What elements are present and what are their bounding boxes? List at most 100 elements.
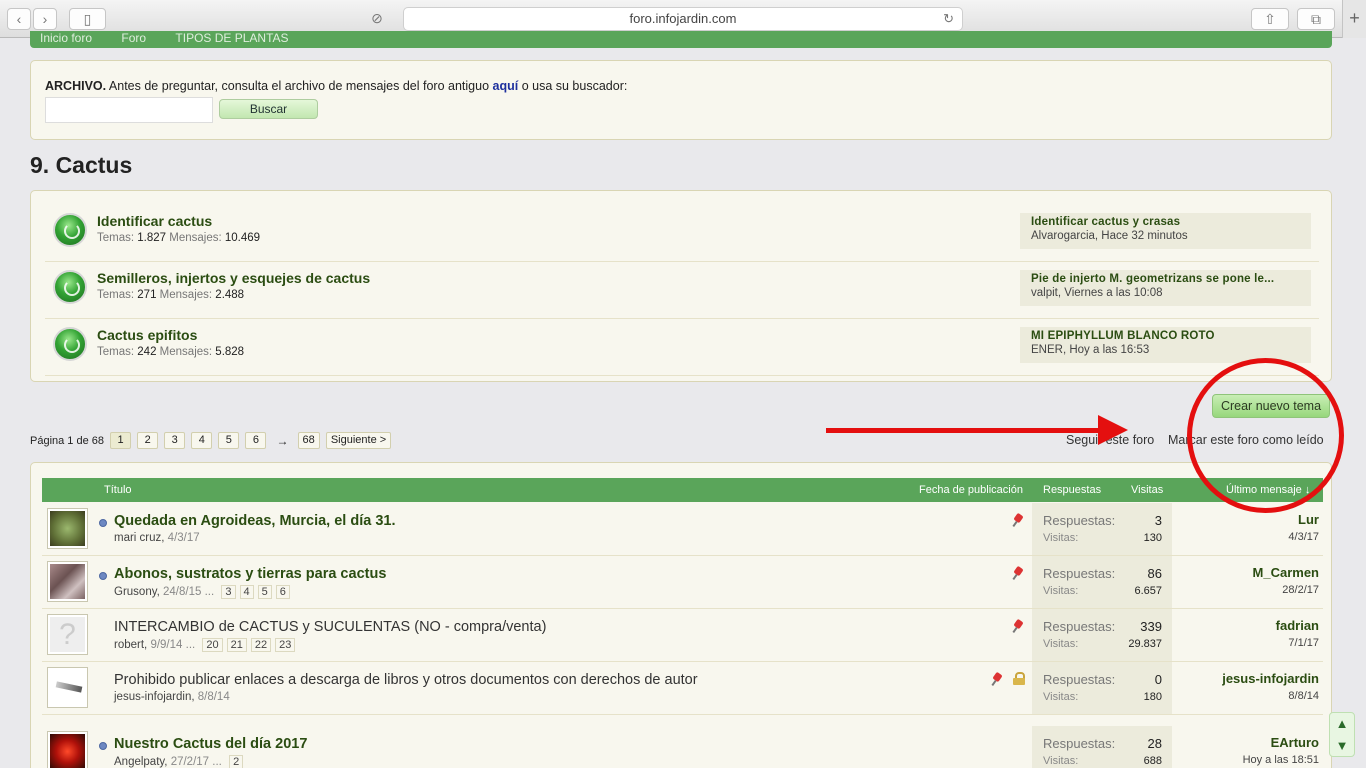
reader-button[interactable]: ⊘ bbox=[358, 8, 396, 30]
archive-search-input[interactable] bbox=[45, 97, 213, 123]
thread-page-link[interactable]: 6 bbox=[275, 585, 290, 599]
thread-date: 27/2/17 bbox=[170, 756, 210, 768]
last-post-title[interactable]: Identificar cactus y crasas bbox=[1031, 216, 1311, 228]
subforum-name[interactable]: Identificar cactus bbox=[97, 213, 212, 229]
table-row[interactable]: Quedada en Agroideas, Murcia, el día 31.… bbox=[42, 503, 1323, 556]
subforum-stats: Temas: 271 Mensajes: 2.488 bbox=[97, 289, 245, 301]
thread-author[interactable]: Angelpaty bbox=[114, 756, 164, 768]
url-text: foro.infojardin.com bbox=[629, 11, 737, 26]
thread-date: 4/3/17 bbox=[167, 532, 200, 544]
last-message[interactable]: jesus-infojardin 8/8/14 bbox=[1222, 671, 1319, 702]
last-message[interactable]: M_Carmen 28/2/17 bbox=[1253, 565, 1319, 596]
last-message[interactable]: Lur 4/3/17 bbox=[1288, 512, 1319, 543]
last-post-meta: Alvarogarcia, Hace 32 minutos bbox=[1031, 230, 1188, 242]
last-post-meta: ENER, Hoy a las 16:53 bbox=[1031, 344, 1150, 356]
pagination-label: Página 1 de 68 bbox=[30, 434, 105, 447]
tabs-button[interactable]: ⧉ bbox=[1297, 8, 1335, 30]
subforum-name[interactable]: Cactus epifitos bbox=[97, 327, 197, 343]
back-button[interactable]: ‹ bbox=[7, 8, 31, 30]
forward-button[interactable]: › bbox=[33, 8, 57, 30]
thread-title[interactable]: Nuestro Cactus del día 2017 bbox=[114, 736, 307, 752]
page-link[interactable]: 3 bbox=[164, 432, 186, 449]
avatar[interactable] bbox=[47, 731, 88, 768]
breadcrumb-item[interactable]: Foro bbox=[121, 31, 146, 45]
thread-page-link[interactable]: 22 bbox=[250, 638, 272, 652]
page-link-last[interactable]: 68 bbox=[297, 432, 320, 449]
page-title: 9. Cactus bbox=[30, 152, 133, 178]
forum-status-icon bbox=[53, 213, 87, 247]
thread-page-link[interactable]: 3 bbox=[221, 585, 236, 599]
next-page-button[interactable]: Siguiente > bbox=[325, 432, 392, 449]
pin-icon bbox=[991, 672, 1005, 686]
page-link[interactable]: 1 bbox=[110, 432, 132, 449]
thread-author[interactable]: robert bbox=[114, 639, 144, 651]
last-message[interactable]: fadrian 7/1/17 bbox=[1276, 618, 1319, 649]
avatar[interactable] bbox=[47, 508, 88, 549]
table-row[interactable]: ? INTERCAMBIO de CACTUS y SUCULENTAS (NO… bbox=[42, 609, 1323, 662]
plus-icon: + bbox=[1349, 8, 1360, 28]
chevron-left-icon: ‹ bbox=[16, 11, 22, 27]
archive-link[interactable]: aquí bbox=[493, 79, 519, 93]
thread-author[interactable]: Grusony bbox=[114, 586, 157, 598]
thread-title[interactable]: Abonos, sustratos y tierras para cactus bbox=[114, 566, 386, 582]
thread-page-link[interactable]: 4 bbox=[239, 585, 254, 599]
scroll-up-button[interactable]: ▲ bbox=[1330, 713, 1354, 735]
subforum-item[interactable]: Identificar cactus Temas: 1.827 Mensajes… bbox=[45, 205, 1319, 262]
page-link[interactable]: 6 bbox=[245, 432, 267, 449]
table-row[interactable]: Abonos, sustratos y tierras para cactus … bbox=[42, 556, 1323, 609]
thread-meta: mari cruz, 4/3/17 bbox=[114, 532, 200, 544]
breadcrumb-item[interactable]: TIPOS DE PLANTAS bbox=[175, 31, 288, 45]
column-views[interactable]: Visitas bbox=[1131, 484, 1163, 496]
pin-icon bbox=[1012, 566, 1026, 580]
reload-icon[interactable]: ↻ bbox=[943, 8, 954, 30]
archive-label: ARCHIVO. bbox=[45, 79, 107, 93]
thread-author[interactable]: jesus-infojardin bbox=[114, 691, 191, 703]
thread-author[interactable]: mari cruz bbox=[114, 532, 161, 544]
page-link[interactable]: 5 bbox=[218, 432, 240, 449]
new-tab-button[interactable]: + bbox=[1342, 0, 1366, 38]
avatar[interactable]: ? bbox=[47, 614, 88, 655]
sidebar-toggle-button[interactable]: ▯ bbox=[69, 8, 106, 30]
thread-page-link[interactable]: 20 bbox=[202, 638, 223, 652]
scroll-down-button[interactable]: ▼ bbox=[1330, 735, 1354, 757]
subforum-stats: Temas: 242 Mensajes: 5.828 bbox=[97, 346, 245, 358]
subforum-item[interactable]: Cactus epifitos Temas: 242 Mensajes: 5.8… bbox=[45, 319, 1319, 376]
thread-title[interactable]: INTERCAMBIO de CACTUS y SUCULENTAS (NO -… bbox=[114, 619, 546, 635]
last-post-title[interactable]: MI EPIPHYLLUM BLANCO ROTO bbox=[1031, 330, 1311, 342]
column-replies[interactable]: Respuestas bbox=[1043, 484, 1101, 496]
share-button[interactable]: ⇧ bbox=[1251, 8, 1289, 30]
avatar[interactable] bbox=[47, 561, 88, 602]
last-message[interactable]: EArturo Hoy a las 18:51 bbox=[1243, 735, 1319, 766]
column-date[interactable]: Fecha de publicación bbox=[919, 484, 1023, 496]
pin-icon bbox=[1012, 619, 1026, 633]
table-row[interactable]: Nuestro Cactus del día 2017 Angelpaty, 2… bbox=[42, 726, 1323, 768]
column-title[interactable]: Título bbox=[104, 484, 132, 496]
subforum-item[interactable]: Semilleros, injertos y esquejes de cactu… bbox=[45, 262, 1319, 319]
thread-page-link[interactable]: 2 bbox=[229, 755, 244, 768]
forum-status-icon bbox=[53, 270, 87, 304]
address-bar[interactable]: foro.infojardin.com ↻ bbox=[403, 7, 963, 31]
subforum-last-post[interactable]: Pie de injerto M. geometrizans se pone l… bbox=[1020, 270, 1311, 306]
table-row[interactable]: Prohibido publicar enlaces a descarga de… bbox=[42, 662, 1323, 715]
pagination: Página 1 de 68 1 2 3 4 5 6 → 68 Siguient… bbox=[30, 432, 394, 449]
thread-page-link[interactable]: 21 bbox=[226, 638, 247, 652]
avatar[interactable] bbox=[47, 667, 88, 708]
subforum-last-post[interactable]: Identificar cactus y crasas Alvarogarcia… bbox=[1020, 213, 1311, 249]
thread-meta: jesus-infojardin, 8/8/14 bbox=[114, 691, 230, 703]
search-button[interactable]: Buscar bbox=[219, 99, 318, 119]
thread-page-link[interactable]: 5 bbox=[257, 585, 272, 599]
annotation-circle bbox=[1187, 358, 1344, 513]
thread-title[interactable]: Quedada en Agroideas, Murcia, el día 31. bbox=[114, 513, 396, 529]
page-link[interactable]: 4 bbox=[191, 432, 213, 449]
thread-date: 9/9/14 bbox=[150, 639, 183, 651]
thread-page-link[interactable]: 23 bbox=[275, 638, 296, 652]
last-post-title[interactable]: Pie de injerto M. geometrizans se pone l… bbox=[1031, 273, 1311, 285]
thread-list: Título Fecha de publicación Respuestas V… bbox=[30, 462, 1332, 768]
subforum-name[interactable]: Semilleros, injertos y esquejes de cactu… bbox=[97, 270, 370, 286]
arrow-right-icon[interactable]: → bbox=[276, 434, 288, 448]
thread-title[interactable]: Prohibido publicar enlaces a descarga de… bbox=[114, 672, 698, 688]
breadcrumb-item[interactable]: Inicio foro bbox=[40, 31, 92, 45]
pin-icon bbox=[1012, 513, 1026, 527]
sidebar-icon: ▯ bbox=[83, 11, 92, 27]
page-link[interactable]: 2 bbox=[137, 432, 159, 449]
